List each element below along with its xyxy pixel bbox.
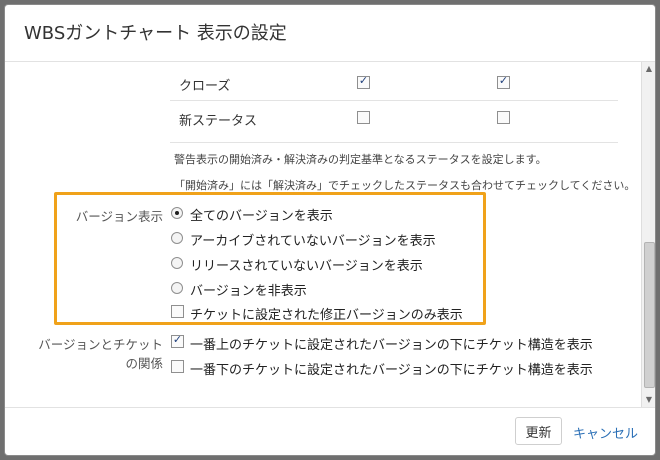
status-name: 新ステータス <box>179 114 258 129</box>
scroll-thumb[interactable] <box>644 242 655 388</box>
divider <box>170 142 618 143</box>
status-new-col1-checkbox[interactable] <box>357 111 370 124</box>
dialog-title: WBSガントチャート 表示の設定 <box>24 23 287 44</box>
version-ticket-label-line2: の関係 <box>125 356 163 371</box>
option-label: バージョンを非表示 <box>190 284 307 299</box>
status-close-col2-checkbox[interactable]: ✓ <box>497 74 510 89</box>
check-mark-icon: ✓ <box>498 74 509 87</box>
dialog-header: WBSガントチャート 表示の設定 <box>5 5 655 62</box>
cancel-link[interactable]: キャンセル <box>573 423 638 442</box>
settings-dialog: WBSガントチャート 表示の設定 クローズ ✓ ✓ 新ステータス 警告表示の開始… <box>4 4 656 456</box>
scroll-down-icon[interactable]: ▼ <box>642 393 655 407</box>
status-name: クローズ <box>179 79 231 94</box>
option-label: リリースされていないバージョンを表示 <box>190 259 423 274</box>
checkbox[interactable] <box>171 305 184 318</box>
version-display-label: バージョン表示 <box>75 209 163 224</box>
option-label: チケットに設定された修正バージョンのみ表示 <box>190 308 463 323</box>
version-ticket-label-line1: バージョンとチケット <box>38 337 163 352</box>
vertical-scrollbar[interactable]: ▲ ▼ <box>641 62 655 407</box>
checkbox-checked[interactable]: ✓ <box>171 333 184 348</box>
radio[interactable] <box>171 282 183 294</box>
status-row: クローズ ✓ ✓ <box>170 66 618 100</box>
status-row: 新ステータス <box>170 100 618 135</box>
option-label: 一番下のチケットに設定されたバージョンの下にチケット構造を表示 <box>190 363 593 378</box>
option-label: アーカイブされていないバージョンを表示 <box>190 234 436 249</box>
radio[interactable] <box>171 232 183 244</box>
radio[interactable] <box>171 257 183 269</box>
check-mark-icon: ✓ <box>172 333 183 346</box>
status-new-col2-checkbox[interactable] <box>497 111 510 124</box>
option-label: 全てのバージョンを表示 <box>190 209 333 224</box>
check-mark-icon: ✓ <box>358 74 369 87</box>
status-close-col1-checkbox[interactable]: ✓ <box>357 74 370 89</box>
option-label: 一番上のチケットに設定されたバージョンの下にチケット構造を表示 <box>190 338 593 353</box>
checkbox[interactable] <box>171 360 184 373</box>
radio-selected[interactable] <box>171 207 183 219</box>
status-note-line2: 「開始済み」には「解決済み」でチェックしたステータスも合わせてチェックしてくださ… <box>174 179 636 192</box>
update-button[interactable]: 更新 <box>515 417 562 445</box>
scroll-up-icon[interactable]: ▲ <box>642 62 655 76</box>
status-table: クローズ ✓ ✓ 新ステータス <box>170 66 618 135</box>
dialog-footer: 更新 キャンセル <box>5 407 655 455</box>
status-note-line1: 警告表示の開始済み・解決済みの判定基準となるステータスを設定します。 <box>174 153 547 166</box>
dialog-body: クローズ ✓ ✓ 新ステータス 警告表示の開始済み・解決済みの判定基準となるステ… <box>5 62 643 407</box>
